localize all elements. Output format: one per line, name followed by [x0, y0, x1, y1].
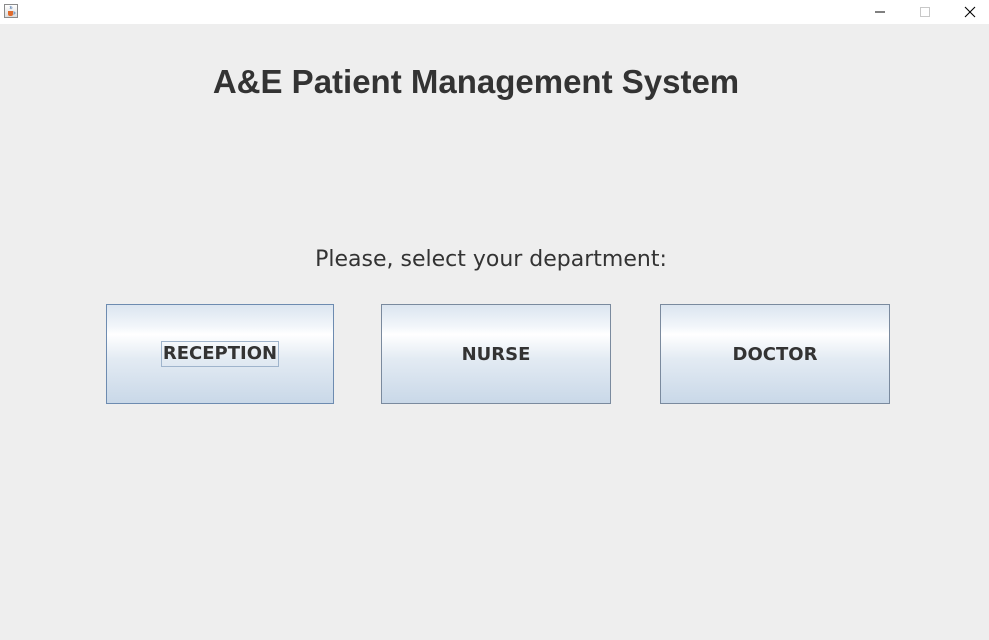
- main-panel: A&E Patient Management System Please, se…: [0, 24, 989, 640]
- close-button[interactable]: [947, 0, 989, 24]
- minimize-button[interactable]: [857, 0, 903, 24]
- page-title: A&E Patient Management System: [212, 63, 740, 100]
- department-prompt: Please, select your department:: [315, 247, 667, 272]
- app-window: A&E Patient Management System Please, se…: [0, 0, 989, 640]
- close-icon: [964, 6, 976, 18]
- maximize-icon: [920, 7, 930, 17]
- reception-button[interactable]: RECEPTION: [106, 304, 334, 404]
- nurse-button-label: NURSE: [461, 343, 531, 365]
- minimize-icon: [875, 11, 885, 13]
- nurse-button[interactable]: NURSE: [381, 304, 611, 404]
- java-cup-icon[interactable]: [4, 4, 18, 18]
- reception-button-label: RECEPTION: [160, 341, 280, 367]
- doctor-button-label: DOCTOR: [732, 343, 818, 365]
- maximize-button[interactable]: [902, 0, 948, 24]
- doctor-button[interactable]: DOCTOR: [660, 304, 890, 404]
- title-bar[interactable]: [0, 0, 989, 24]
